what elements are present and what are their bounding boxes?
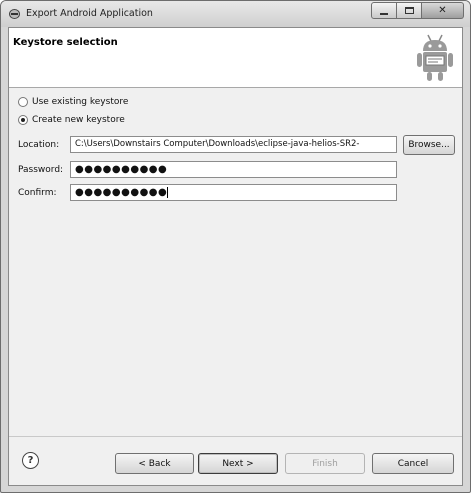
next-button[interactable]: Next > bbox=[198, 453, 278, 474]
back-button[interactable]: < Back bbox=[115, 453, 194, 474]
use-existing-keystore-option[interactable]: Use existing keystore bbox=[18, 97, 128, 107]
confirm-input[interactable]: ●●●●●●●●●● bbox=[70, 184, 397, 201]
button-bar-separator bbox=[9, 436, 462, 437]
close-button[interactable]: ✕ bbox=[422, 2, 464, 19]
confirm-value: ●●●●●●●●●● bbox=[75, 187, 168, 198]
maximize-icon bbox=[404, 7, 414, 14]
help-icon[interactable]: ? bbox=[22, 452, 39, 469]
window-controls: ✕ bbox=[371, 2, 464, 19]
password-label: Password: bbox=[18, 165, 64, 175]
create-new-keystore-option[interactable]: Create new keystore bbox=[18, 115, 125, 125]
text-caret bbox=[167, 187, 169, 198]
browse-button[interactable]: Browse... bbox=[403, 135, 455, 155]
window-title: Export Android Application bbox=[26, 8, 153, 19]
radio-button-unselected[interactable] bbox=[18, 97, 28, 107]
minimize-button[interactable] bbox=[371, 2, 397, 19]
password-input[interactable]: ●●●●●●●●●● bbox=[70, 161, 397, 178]
dialog-content: Keystore selection Use existing keystore bbox=[8, 27, 463, 486]
confirm-label: Confirm: bbox=[18, 188, 57, 198]
create-new-keystore-label: Create new keystore bbox=[32, 115, 125, 125]
finish-button[interactable]: Finish bbox=[285, 453, 365, 474]
location-input[interactable]: C:\Users\Downstairs Computer\Downloads\e… bbox=[70, 136, 397, 153]
minimize-icon bbox=[380, 12, 388, 15]
title-bar[interactable]: Export Android Application ✕ bbox=[1, 1, 470, 27]
page-title: Keystore selection bbox=[13, 37, 118, 48]
eclipse-icon bbox=[9, 9, 20, 19]
cancel-button[interactable]: Cancel bbox=[372, 453, 454, 474]
use-existing-keystore-label: Use existing keystore bbox=[32, 97, 129, 107]
wizard-banner: Keystore selection bbox=[9, 28, 462, 88]
location-label: Location: bbox=[18, 140, 60, 150]
export-dialog-window: Export Android Application ✕ Keystore se… bbox=[0, 0, 471, 493]
android-robot-icon bbox=[417, 34, 453, 81]
close-icon: ✕ bbox=[438, 5, 447, 16]
radio-button-selected[interactable] bbox=[18, 115, 28, 125]
maximize-button[interactable] bbox=[397, 2, 422, 19]
